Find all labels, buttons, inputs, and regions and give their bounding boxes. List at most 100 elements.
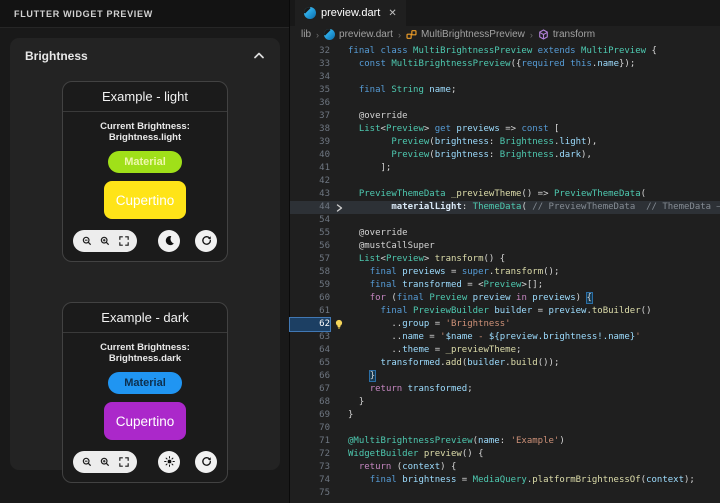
fold-gutter[interactable] [330, 201, 348, 214]
code-text[interactable]: List<Preview> transform() { [348, 253, 505, 266]
line-number[interactable]: 61 [290, 305, 330, 318]
line-number[interactable]: 58 [290, 266, 330, 279]
code-text[interactable]: PreviewThemeData _previewTheme() => Prev… [348, 188, 646, 201]
line-number[interactable]: 43 [290, 188, 330, 201]
line-number[interactable]: 57 [290, 253, 330, 266]
code-line-39[interactable]: 39 Preview(brightness: Brightness.light)… [290, 136, 720, 149]
zoom-in-button[interactable] [100, 236, 110, 246]
line-number[interactable]: 66 [290, 370, 330, 383]
code-line-33[interactable]: 33 const MultiBrightnessPreview({require… [290, 58, 720, 71]
line-number[interactable]: 68 [290, 396, 330, 409]
brightness-section-header[interactable]: Brightness [10, 38, 280, 66]
code-text[interactable]: ..name = '$name - ${preview.brightness!.… [348, 331, 641, 344]
line-number[interactable]: 41 [290, 162, 330, 175]
line-number[interactable]: 34 [290, 71, 330, 84]
line-number[interactable]: 39 [290, 136, 330, 149]
code-text[interactable]: Preview(brightness: Brightness.light), [348, 136, 597, 149]
code-text[interactable]: final brightness = MediaQuery.platformBr… [348, 474, 695, 487]
code-text[interactable]: @mustCallSuper [348, 240, 435, 253]
line-number[interactable]: 36 [290, 97, 330, 110]
refresh-button[interactable] [195, 230, 217, 252]
code-line-65[interactable]: 65 transformed.add(builder.build()); [290, 357, 720, 370]
code-line-66[interactable]: 66 } [290, 370, 720, 383]
code-line-61[interactable]: 61 final PreviewBuilder builder = previe… [290, 305, 720, 318]
quickfix-gutter[interactable] [330, 318, 348, 331]
code-line-37[interactable]: 37 @override [290, 110, 720, 123]
code-line-41[interactable]: 41 ]; [290, 162, 720, 175]
line-number[interactable]: 44 [290, 201, 330, 214]
line-number[interactable]: 60 [290, 292, 330, 305]
code-text[interactable]: return transformed; [348, 383, 473, 396]
line-number[interactable]: 75 [290, 487, 330, 500]
code-text[interactable]: @MultiBrightnessPreview(name: 'Example') [348, 435, 565, 448]
expand-icon[interactable] [119, 236, 129, 246]
code-text[interactable]: return (context) { [348, 461, 456, 474]
code-line-54[interactable]: 54 [290, 214, 720, 227]
code-line-32[interactable]: 32final class MultiBrightnessPreview ext… [290, 45, 720, 58]
code-line-57[interactable]: 57 List<Preview> transform() { [290, 253, 720, 266]
code-line-70[interactable]: 70 [290, 422, 720, 435]
code-text[interactable]: final transformed = <Preview>[]; [348, 279, 543, 292]
line-number[interactable]: 37 [290, 110, 330, 123]
code-text[interactable]: @override [348, 110, 408, 123]
code-line-38[interactable]: 38 List<Preview> get previews => const [ [290, 123, 720, 136]
breadcrumb-item-transform[interactable]: transform [538, 29, 595, 40]
line-number[interactable]: 56 [290, 240, 330, 253]
material-button[interactable]: Material [108, 151, 182, 173]
fold-chevron-icon[interactable] [336, 204, 343, 212]
breadcrumb-item-preview-dart[interactable]: preview.dart [324, 29, 393, 40]
line-number[interactable]: 62 [290, 318, 330, 331]
code-line-56[interactable]: 56 @mustCallSuper [290, 240, 720, 253]
code-line-58[interactable]: 58 final previews = super.transform(); [290, 266, 720, 279]
code-line-68[interactable]: 68 } [290, 396, 720, 409]
code-line-42[interactable]: 42 [290, 175, 720, 188]
line-number[interactable]: 59 [290, 279, 330, 292]
code-line-75[interactable]: 75 [290, 487, 720, 500]
zoom-in-button[interactable] [100, 457, 110, 467]
line-number[interactable]: 72 [290, 448, 330, 461]
line-number[interactable]: 67 [290, 383, 330, 396]
line-number[interactable]: 63 [290, 331, 330, 344]
code-text[interactable]: } [348, 370, 375, 383]
cupertino-button[interactable]: Cupertino [104, 402, 187, 440]
code-line-64[interactable]: 64 ..theme = _previewTheme; [290, 344, 720, 357]
expand-icon[interactable] [119, 457, 129, 467]
code-text[interactable]: ]; [348, 162, 391, 175]
code-line-74[interactable]: 74 final brightness = MediaQuery.platfor… [290, 474, 720, 487]
line-number[interactable]: 73 [290, 461, 330, 474]
line-number[interactable]: 54 [290, 214, 330, 227]
tab-preview-dart[interactable]: preview.dart ✕ [295, 0, 406, 26]
code-text[interactable]: materialLight: ThemeData( // PreviewThem… [348, 201, 720, 214]
code-line-43[interactable]: 43 PreviewThemeData _previewTheme() => P… [290, 188, 720, 201]
lightbulb-icon[interactable] [334, 319, 344, 330]
code-line-55[interactable]: 55 @override [290, 227, 720, 240]
code-line-63[interactable]: 63 ..name = '$name - ${preview.brightnes… [290, 331, 720, 344]
line-number[interactable]: 35 [290, 84, 330, 97]
code-line-69[interactable]: 69} [290, 409, 720, 422]
code-line-72[interactable]: 72 WidgetBuilder preview() { [290, 448, 720, 461]
line-number[interactable]: 55 [290, 227, 330, 240]
code-text[interactable]: @override [348, 227, 408, 240]
close-icon[interactable]: ✕ [388, 8, 396, 19]
code-text[interactable]: final String name; [348, 84, 456, 97]
line-number[interactable]: 65 [290, 357, 330, 370]
code-line-67[interactable]: 67 return transformed; [290, 383, 720, 396]
line-number[interactable]: 64 [290, 344, 330, 357]
code-line-40[interactable]: 40 Preview(brightness: Brightness.dark), [290, 149, 720, 162]
zoom-out-button[interactable] [82, 457, 92, 467]
line-number[interactable]: 69 [290, 409, 330, 422]
line-number[interactable]: 74 [290, 474, 330, 487]
code-line-35[interactable]: 35 final String name; [290, 84, 720, 97]
line-number[interactable]: 42 [290, 175, 330, 188]
code-text[interactable]: } [348, 396, 364, 409]
cupertino-button[interactable]: Cupertino [104, 181, 187, 219]
code-line-62[interactable]: 62 ..group = 'Brightness' [290, 318, 720, 331]
code-text[interactable]: WidgetBuilder preview() { [348, 448, 484, 461]
line-number[interactable]: 33 [290, 58, 330, 71]
breadcrumb-item-multibrightnesspreview[interactable]: MultiBrightnessPreview [406, 29, 525, 40]
dark-mode-toggle-button[interactable] [158, 230, 180, 252]
breadcrumb-item-lib[interactable]: lib [301, 29, 311, 40]
line-number[interactable]: 32 [290, 45, 330, 58]
code-text[interactable]: List<Preview> get previews => const [ [348, 123, 559, 136]
code-line-59[interactable]: 59 final transformed = <Preview>[]; [290, 279, 720, 292]
